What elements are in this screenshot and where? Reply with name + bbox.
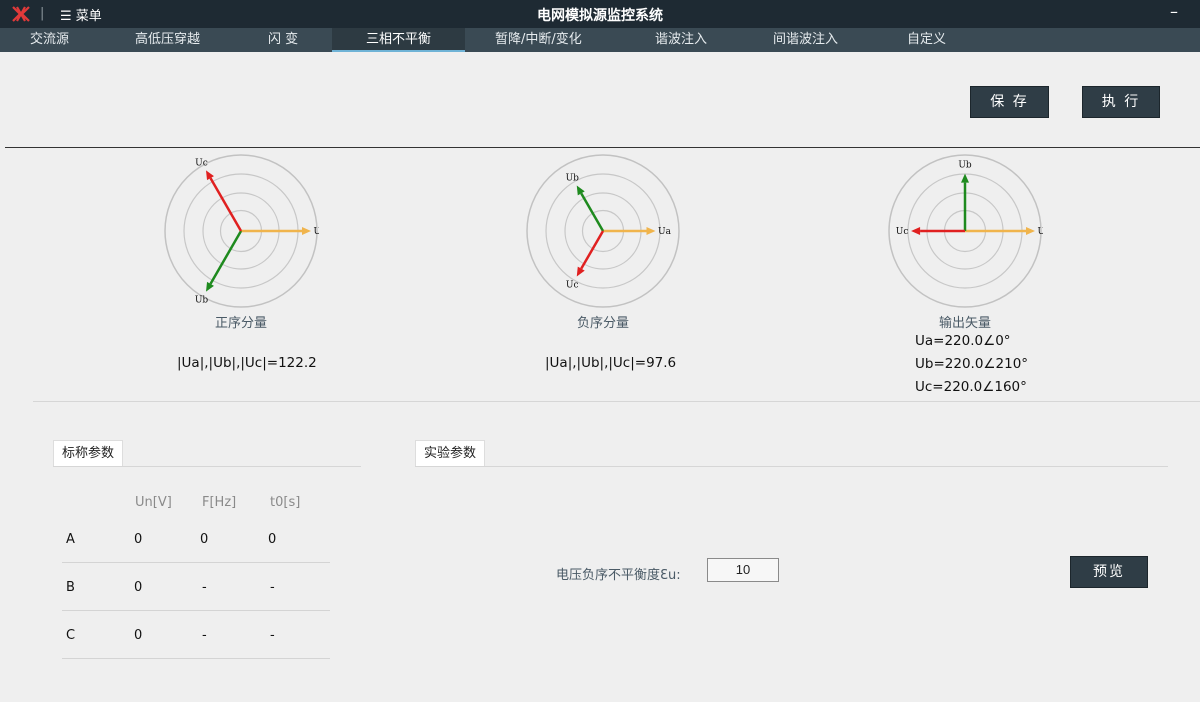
ub-phasor-line [209, 230, 243, 285]
app-title: 电网模拟源监控系统 [537, 8, 663, 24]
nominal-tab-underline [53, 466, 361, 467]
tab-bar: 交流源 高低压穿越 闪 变 三相不平衡 暂降/中断/变化 谐波注入 间谐波注入 … [0, 28, 1200, 52]
ua-phasor-arrowhead [1026, 227, 1035, 235]
header-un: Un[V] [135, 495, 172, 510]
header-t0: t0[s] [270, 495, 301, 510]
positive-sequence-phasor-diagram: Ua Ub Uc [164, 154, 319, 308]
execute-button[interactable]: 执 行 [1082, 86, 1160, 118]
tab-ac-source[interactable]: 交流源 [30, 28, 69, 52]
tab-custom[interactable]: 自定义 [907, 28, 946, 52]
experiment-params-tab[interactable]: 实验参数 [415, 440, 486, 466]
ub-phasor-arrowhead [961, 173, 969, 183]
toolbar-divider [5, 147, 1200, 148]
title-separator: | [40, 6, 45, 21]
ua-phasor-arrowhead [302, 227, 311, 235]
negative-sequence-title: 负序分量 [576, 316, 629, 331]
menu-button[interactable]: ☰ 菜单 [60, 5, 102, 24]
negative-sequence-phasor-diagram: Ua Ub Uc [526, 154, 680, 308]
uc-phasor-label: Uc [896, 227, 909, 237]
ub-phasor-label: Ub [958, 161, 972, 171]
ub-phasor-label: Ub [195, 295, 209, 305]
uc-phasor-label: Uc [566, 280, 579, 290]
ub-phasor-label: Ub [566, 174, 580, 184]
positive-sequence-magnitude: |Ua|,|Ub|,|Uc|=122.2 [177, 355, 317, 371]
f-value[interactable]: 0 [200, 532, 208, 547]
phase-label: B [66, 580, 75, 595]
positive-sequence-title: 正序分量 [214, 316, 267, 331]
phase-label: C [66, 628, 76, 643]
uc-phasor-line [209, 177, 243, 232]
save-button[interactable]: 保 存 [970, 86, 1049, 118]
uc-phasor-arrowhead [911, 227, 921, 235]
unbalance-label: 电压负序不平衡度Ɛu: [556, 568, 681, 583]
output-vector-title: 输出矢量 [938, 316, 991, 331]
nominal-params-tab[interactable]: 标称参数 [53, 440, 124, 466]
output-ua-value: Ua=220.0∠0° [915, 333, 1011, 349]
tab-sag-interrupt-change[interactable]: 暂降/中断/变化 [495, 28, 582, 52]
un-value[interactable]: 0 [134, 580, 142, 595]
row-divider [62, 658, 330, 659]
row-divider [62, 562, 330, 563]
output-uc-value: Uc=220.0∠160° [915, 379, 1027, 395]
title-bar: | ☰ 菜单 电网模拟源监控系统 – [0, 0, 1200, 28]
tab-interharmonic-injection[interactable]: 间谐波注入 [773, 28, 838, 52]
experiment-tab-underline [415, 466, 1168, 467]
section-divider [33, 401, 1200, 402]
row-divider [62, 610, 330, 611]
app-logo-icon [12, 6, 30, 22]
minimize-button[interactable]: – [1170, 2, 1178, 21]
ua-phasor-label: Ua [1038, 227, 1043, 237]
t0-value: - [270, 580, 275, 595]
tab-flicker[interactable]: 闪 变 [268, 28, 298, 52]
f-value: - [202, 580, 207, 595]
f-value: - [202, 628, 207, 643]
ub-phasor-line [580, 192, 605, 232]
unbalance-input[interactable]: 10 [707, 558, 779, 582]
un-value[interactable]: 0 [134, 532, 142, 547]
phase-label: A [66, 532, 75, 547]
un-value[interactable]: 0 [134, 628, 142, 643]
t0-value: - [270, 628, 275, 643]
tab-hvrt-lvrt[interactable]: 高低压穿越 [135, 28, 200, 52]
uc-phasor-line [580, 230, 605, 270]
negative-sequence-magnitude: |Ua|,|Ub|,|Uc|=97.6 [545, 355, 677, 371]
tab-three-phase-unbalance[interactable]: 三相不平衡 [332, 28, 465, 52]
ua-phasor-label: Ua [658, 227, 672, 237]
ua-phasor-label: Ua [314, 227, 319, 237]
tab-harmonic-injection[interactable]: 谐波注入 [655, 28, 707, 52]
output-ub-value: Ub=220.0∠210° [915, 356, 1029, 372]
ua-phasor-arrowhead [646, 227, 656, 235]
output-vector-phasor-diagram: Ua Ub Uc [888, 154, 1043, 308]
uc-phasor-label: Uc [195, 159, 208, 169]
header-f: F[Hz] [202, 495, 237, 510]
t0-value[interactable]: 0 [268, 532, 276, 547]
preview-button[interactable]: 预览 [1070, 556, 1148, 588]
